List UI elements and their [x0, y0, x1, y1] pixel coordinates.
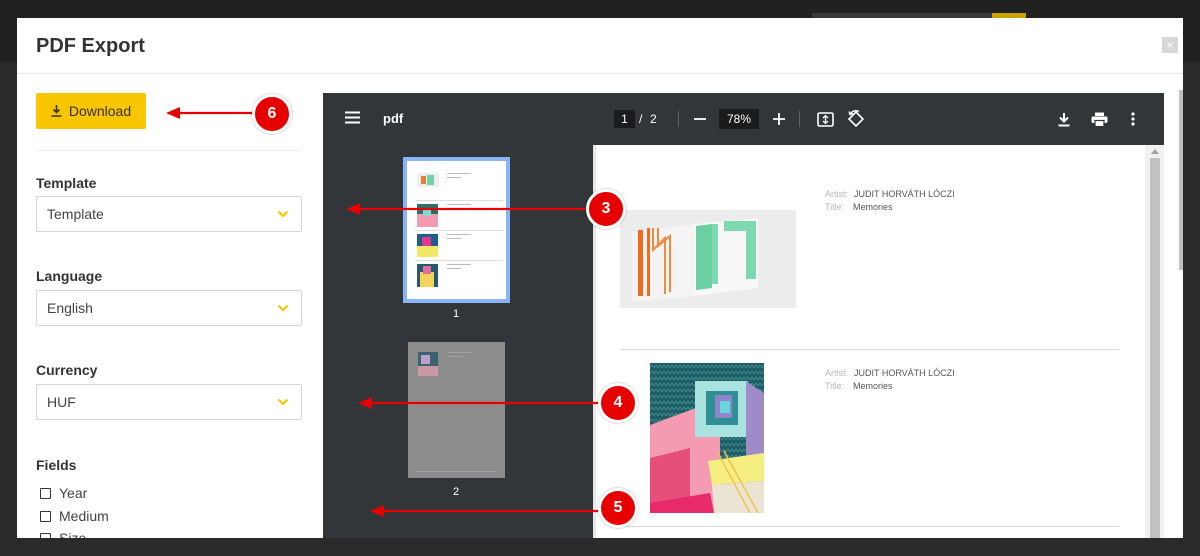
thumbnail-text-line: [447, 177, 461, 178]
title-label: Title:: [825, 381, 845, 391]
thumbnail-text-line: [447, 208, 461, 209]
field-option-label: Year: [59, 485, 88, 501]
pdf-viewer: pdf 1 / 2 78% 1 2 Artist: JUDIT HORVÁTH …: [323, 93, 1164, 538]
currency-select-value: HUF: [47, 394, 76, 410]
modal-title: PDF Export: [36, 35, 145, 57]
thumbnail-text-line: [448, 356, 462, 357]
artwork-title: Memories: [853, 202, 893, 212]
artwork-image-1: [620, 210, 796, 308]
language-select-value: English: [47, 300, 93, 316]
thumbnail-text-line: [448, 352, 472, 353]
print-icon[interactable]: [1089, 109, 1109, 129]
download-button-label: Download: [68, 103, 132, 119]
thumbnail-divider: [415, 260, 503, 261]
page-edge-shadow: [593, 145, 596, 538]
toolbar-divider: [678, 111, 679, 127]
thumbnail-divider: [415, 200, 503, 201]
download-button[interactable]: Download: [36, 93, 146, 129]
pdf-export-modal: PDF Export × Download Template Template …: [17, 18, 1183, 538]
field-option-label: Size: [59, 530, 87, 538]
zoom-out-icon[interactable]: [693, 110, 707, 128]
artist-name: JUDIT HORVÁTH LÓCZI: [854, 189, 955, 199]
menu-icon[interactable]: [345, 111, 360, 124]
field-option-label: Medium: [59, 508, 109, 524]
divider: [36, 150, 301, 151]
page-number-input[interactable]: 1: [614, 110, 635, 128]
thumbnail-text-line: [447, 268, 461, 269]
field-option-medium[interactable]: Medium: [40, 508, 109, 524]
artist-label: Artist:: [825, 189, 849, 199]
chevron-down-icon: [277, 304, 289, 312]
thumbnail-text-line: [447, 204, 471, 205]
thumbnail-divider: [415, 230, 503, 231]
thumbnail-page-number: 1: [452, 308, 460, 320]
close-button[interactable]: ×: [1162, 37, 1178, 53]
template-label: Template: [36, 175, 97, 191]
zoom-in-icon[interactable]: [772, 110, 786, 128]
fit-page-icon[interactable]: [815, 109, 835, 129]
checkbox[interactable]: [40, 510, 51, 522]
modal-header: PDF Export ×: [17, 18, 1183, 74]
pdf-viewer-title: pdf: [383, 111, 404, 126]
template-select-value: Template: [47, 206, 104, 222]
thumbnail-artwork-image: [417, 204, 438, 227]
modal-scrollbar-thumb[interactable]: [1179, 90, 1183, 270]
artist-label: Artist:: [825, 368, 849, 378]
page-thumbnail-2[interactable]: [408, 342, 505, 478]
fields-label: Fields: [36, 457, 77, 473]
pdf-page: Artist: JUDIT HORVÁTH LÓCZI Title: Memor…: [593, 145, 1145, 538]
artwork-image-2: [650, 363, 764, 513]
thumbnail-divider: [416, 471, 497, 472]
chevron-down-icon: [277, 398, 289, 406]
document-scrollbar[interactable]: [1145, 145, 1164, 538]
download-icon[interactable]: [1054, 109, 1074, 129]
thumbnail-page-number: 2: [452, 486, 460, 498]
checkbox[interactable]: [40, 532, 51, 538]
thumbnail-text-line: [447, 238, 461, 239]
scroll-up-arrow-icon[interactable]: [1151, 149, 1159, 154]
artwork-divider: [620, 526, 1119, 527]
document-scrollbar-thumb[interactable]: [1150, 158, 1160, 538]
artwork-title: Memories: [853, 381, 893, 391]
artwork-divider: [620, 349, 1119, 350]
page-total: 2: [650, 112, 657, 126]
thumbnail-artwork-image: [417, 173, 439, 187]
rotate-icon[interactable]: [846, 109, 866, 129]
pdf-document-area: Artist: JUDIT HORVÁTH LÓCZI Title: Memor…: [593, 145, 1164, 538]
thumbnail-text-line: [447, 173, 471, 174]
toolbar-divider: [799, 111, 800, 127]
more-options-icon[interactable]: [1123, 109, 1143, 129]
artist-name: JUDIT HORVÁTH LÓCZI: [854, 368, 955, 378]
checkbox[interactable]: [40, 487, 51, 499]
currency-label: Currency: [36, 362, 98, 378]
modal-scrollbar[interactable]: [1179, 74, 1183, 538]
template-select[interactable]: Template: [36, 196, 302, 232]
thumbnail-text-line: [447, 264, 471, 265]
field-option-year[interactable]: Year: [40, 485, 87, 501]
field-option-size[interactable]: Size: [40, 530, 86, 538]
zoom-level-input[interactable]: 78%: [719, 109, 759, 129]
thumbnail-artwork-image: [418, 352, 438, 376]
download-icon: [51, 105, 62, 117]
title-label: Title:: [825, 202, 845, 212]
chevron-down-icon: [277, 210, 289, 218]
pdf-viewer-toolbar: pdf 1 / 2 78%: [323, 93, 1164, 145]
thumbnail-text-line: [447, 234, 471, 235]
page-thumbnail-1[interactable]: [403, 157, 510, 303]
thumbnail-artwork-image: [417, 264, 438, 287]
currency-select[interactable]: HUF: [36, 384, 302, 420]
page-separator: /: [639, 112, 643, 126]
thumbnail-sidebar: 1 2: [323, 145, 593, 538]
language-label: Language: [36, 268, 103, 284]
language-select[interactable]: English: [36, 290, 302, 326]
thumbnail-artwork-image: [417, 234, 438, 257]
